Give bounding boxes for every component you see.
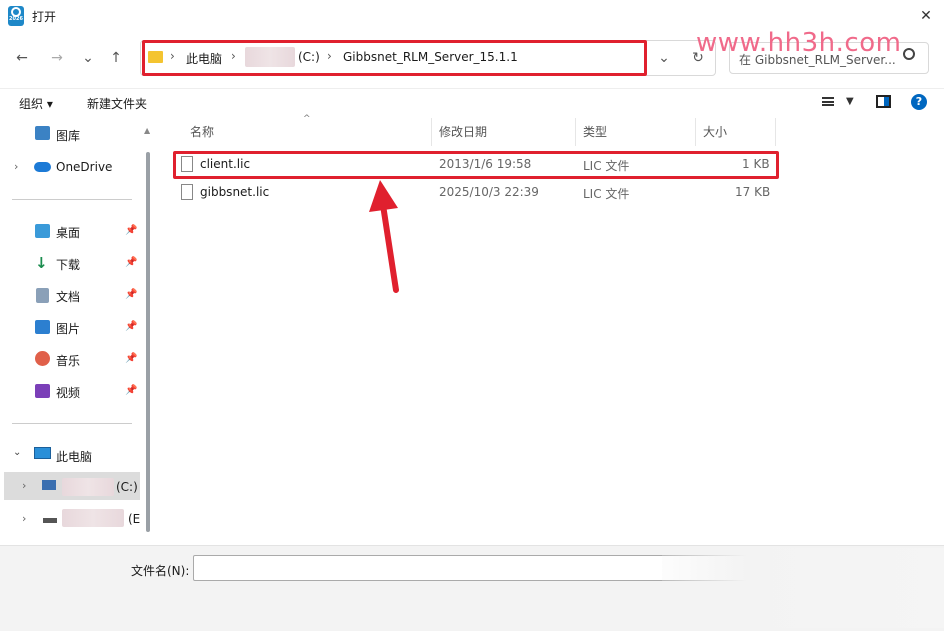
videos-icon — [35, 384, 50, 398]
close-icon[interactable]: ✕ — [916, 6, 936, 26]
blurred-region — [662, 548, 944, 628]
up-arrow-icon[interactable]: ↑ — [104, 46, 128, 70]
view-list-icon[interactable] — [822, 97, 834, 106]
sidebar-item-videos[interactable]: 视频 — [56, 384, 80, 401]
redacted-drive-name — [245, 47, 295, 67]
this-pc-icon — [34, 447, 51, 459]
file-date: 2025/10/3 22:39 — [439, 185, 539, 199]
desktop-icon — [35, 224, 50, 238]
sidebar-item-this-pc[interactable]: 此电脑 — [56, 448, 92, 465]
help-icon[interactable]: ? — [911, 94, 927, 110]
preview-pane-icon[interactable] — [876, 95, 891, 108]
sort-ascending-icon: ^ — [303, 114, 311, 124]
collapse-chevron-icon[interactable]: ⌄ — [13, 447, 21, 458]
sidebar-item-drive-e[interactable]: (E — [128, 512, 140, 526]
new-folder-button[interactable]: 新建文件夹 — [87, 95, 147, 112]
pin-icon: 📌 — [125, 321, 138, 332]
pin-icon: 📌 — [125, 353, 138, 364]
sidebar-item-documents[interactable]: 文档 — [56, 288, 80, 305]
back-arrow-icon[interactable]: ← — [10, 46, 34, 70]
column-header-date[interactable]: 修改日期 — [432, 118, 576, 146]
sidebar-item-desktop[interactable]: 桌面 — [56, 224, 80, 241]
search-icon[interactable] — [903, 48, 915, 60]
breadcrumb-separator: › — [170, 49, 175, 63]
sidebar-item-onedrive[interactable]: OneDrive — [56, 160, 112, 174]
file-highlight-box — [173, 151, 779, 179]
redacted-drive-name — [62, 509, 124, 527]
breadcrumb-drive-c[interactable]: (C:) — [298, 50, 320, 64]
breadcrumb-folder[interactable]: Gibbsnet_RLM_Server_15.1.1 — [343, 50, 518, 64]
pictures-icon — [35, 320, 50, 334]
pin-icon: 📌 — [125, 257, 138, 268]
expand-chevron-icon[interactable]: › — [14, 160, 18, 173]
column-header-size[interactable]: 大小 — [696, 118, 776, 146]
forward-arrow-icon[interactable]: → — [45, 46, 69, 70]
file-type: LIC 文件 — [583, 187, 630, 201]
recent-locations-chevron-icon[interactable]: ⌄ — [76, 46, 100, 70]
filename-label: 文件名(N): — [131, 564, 190, 578]
windows-drive-icon — [42, 480, 56, 490]
folder-icon — [148, 51, 163, 63]
redacted-drive-name — [62, 478, 114, 496]
pin-icon: 📌 — [125, 385, 138, 396]
watermark-text: www.hh3h.com — [696, 28, 902, 58]
app-logo-icon: 2026 — [8, 6, 24, 26]
music-icon — [35, 351, 50, 366]
organize-menu-button[interactable]: 组织 ▾ — [19, 95, 53, 112]
sidebar-item-pictures[interactable]: 图片 — [56, 320, 80, 337]
pin-icon: 📌 — [125, 225, 138, 236]
breadcrumb-this-pc[interactable]: 此电脑 — [186, 50, 222, 67]
sidebar-item-gallery[interactable]: 图库 — [56, 127, 80, 144]
expand-chevron-icon[interactable]: › — [22, 512, 26, 525]
expand-chevron-icon[interactable]: › — [22, 479, 26, 492]
breadcrumb-separator: › — [231, 49, 236, 63]
view-dropdown-icon[interactable]: ▼ — [846, 96, 854, 107]
sidebar-divider — [12, 199, 132, 200]
gallery-icon — [35, 126, 50, 140]
file-size: 17 KB — [735, 185, 771, 199]
address-dropdown-icon[interactable]: ⌄ — [652, 46, 676, 70]
sidebar-item-drive-c[interactable]: (C:) — [116, 480, 138, 494]
download-arrow-icon: ↓ — [35, 254, 48, 272]
documents-icon — [36, 288, 49, 303]
breadcrumb-separator: › — [327, 49, 332, 63]
pin-icon: 📌 — [125, 289, 138, 300]
file-icon — [181, 184, 193, 200]
drive-icon — [43, 518, 57, 523]
sidebar-divider — [12, 423, 132, 424]
file-name[interactable]: gibbsnet.lic — [200, 185, 269, 199]
onedrive-cloud-icon — [34, 162, 51, 172]
sidebar-item-downloads[interactable]: 下载 — [56, 256, 80, 273]
sidebar-item-music[interactable]: 音乐 — [56, 352, 80, 369]
window-title: 打开 — [32, 10, 57, 24]
column-header-type[interactable]: 类型 — [576, 118, 696, 146]
